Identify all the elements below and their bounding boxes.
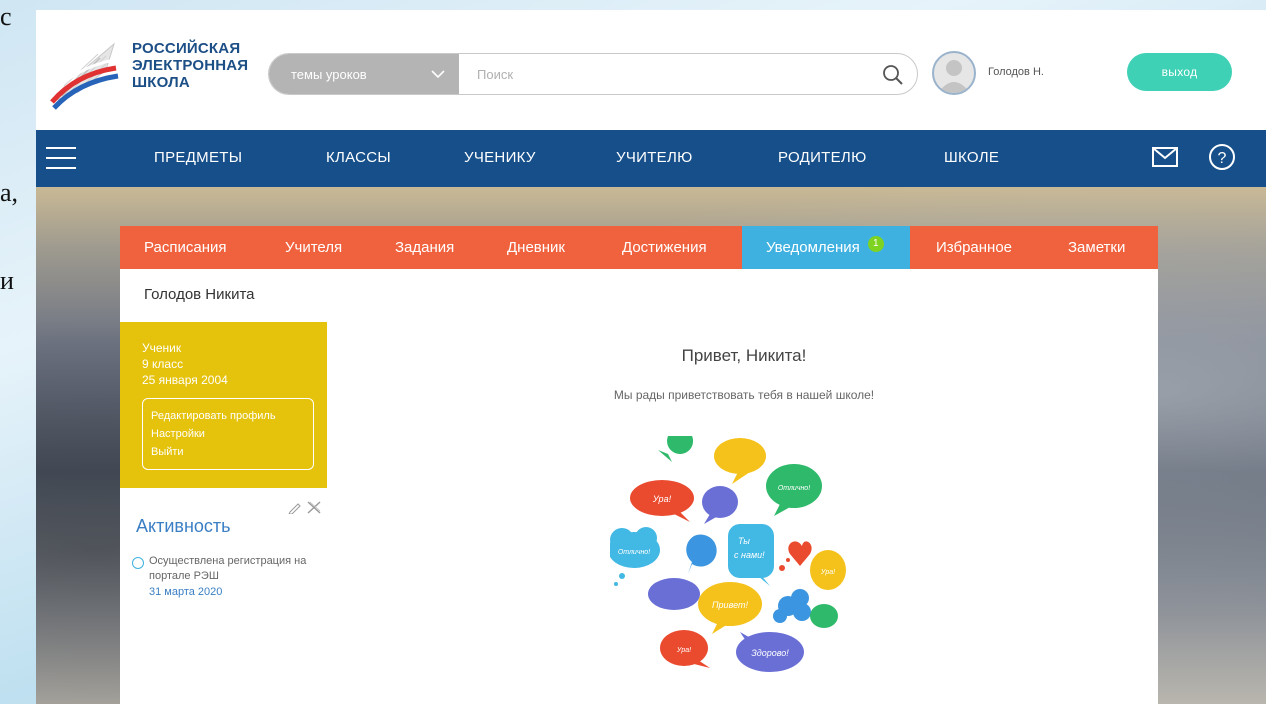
bubble-text: Отлично! bbox=[618, 549, 650, 556]
activity-title: Активность bbox=[136, 516, 231, 536]
sign-out-link[interactable]: Выйти bbox=[151, 443, 305, 461]
profile-card: Расписания Учителя Задания Дневник Дости… bbox=[120, 226, 1158, 704]
nav-item-classes[interactable]: КЛАССЫ bbox=[326, 149, 391, 166]
speech-bubbles-illustration: Отлично! Ура! Отлично! Ты с нами! Ура! П… bbox=[610, 436, 846, 672]
settings-link[interactable]: Настройки bbox=[151, 425, 305, 443]
edit-profile-link[interactable]: Редактировать профиль bbox=[151, 407, 305, 425]
site-header: РОССИЙСКАЯ ЭЛЕКТРОННАЯ ШКОЛА темы уроков bbox=[36, 10, 1266, 128]
logout-button[interactable]: выход bbox=[1127, 53, 1232, 91]
tab-teachers[interactable]: Учителя bbox=[263, 226, 383, 269]
main-nav: ПРЕДМЕТЫ КЛАССЫ УЧЕНИКУ УЧИТЕЛЮ РОДИТЕЛЮ… bbox=[36, 130, 1266, 187]
bubble-text: Ура! bbox=[676, 647, 691, 654]
chevron-down-icon bbox=[431, 70, 445, 79]
activity-tools bbox=[288, 501, 321, 514]
bubble-text: Привет! bbox=[712, 600, 748, 610]
profile-info-box: Ученик 9 класс 25 января 2004 Редактиров… bbox=[120, 322, 327, 488]
welcome-subtitle: Мы рады приветствовать тебя в нашей школ… bbox=[613, 388, 875, 402]
nav-item-student[interactable]: УЧЕНИКУ bbox=[464, 149, 536, 166]
bubble-text: Здорово! bbox=[751, 648, 789, 658]
help-icon[interactable]: ? bbox=[1208, 143, 1236, 171]
tab-achievements[interactable]: Достижения bbox=[610, 226, 742, 269]
svg-text:?: ? bbox=[1218, 150, 1227, 167]
tab-notes[interactable]: Заметки bbox=[1044, 226, 1158, 269]
browser-page: РОССИЙСКАЯ ЭЛЕКТРОННАЯ ШКОЛА темы уроков bbox=[36, 10, 1266, 704]
topic-select[interactable]: темы уроков bbox=[269, 54, 459, 94]
avatar[interactable] bbox=[932, 51, 976, 95]
slide-edge-glyph: а, bbox=[0, 178, 19, 207]
pencil-icon[interactable] bbox=[288, 503, 301, 514]
student-role: Ученик bbox=[142, 341, 182, 355]
mail-icon[interactable] bbox=[1152, 147, 1178, 167]
tab-favorites[interactable]: Избранное bbox=[910, 226, 1044, 269]
brand-title[interactable]: РОССИЙСКАЯ ЭЛЕКТРОННАЯ ШКОЛА bbox=[132, 40, 248, 91]
search-icon[interactable] bbox=[881, 63, 905, 87]
student-birth-date: 25 января 2004 bbox=[142, 373, 228, 387]
bubble-text: Отлично! bbox=[778, 485, 810, 492]
activity-text: Осуществлена регистрация на портале РЭШ bbox=[149, 555, 307, 582]
tab-diary[interactable]: Дневник bbox=[495, 226, 610, 269]
student-name: Голодов Никита bbox=[144, 286, 255, 303]
student-grade: 9 класс bbox=[142, 357, 184, 371]
tab-notifications[interactable]: Уведомления 1 bbox=[742, 226, 910, 269]
slide-edge-glyph: и bbox=[0, 266, 14, 295]
nav-item-parent[interactable]: РОДИТЕЛЮ bbox=[778, 149, 867, 166]
bubble-text: Ты bbox=[738, 536, 750, 546]
user-avatar-icon bbox=[938, 60, 970, 93]
resh-logo-icon[interactable] bbox=[48, 36, 122, 112]
nav-item-school[interactable]: ШКОЛЕ bbox=[944, 149, 999, 166]
search-bar: темы уроков bbox=[268, 53, 918, 95]
bubble-text: Ура! bbox=[652, 494, 672, 504]
welcome-title: Привет, Никита! bbox=[681, 346, 807, 365]
bubble-text: с нами! bbox=[734, 550, 765, 560]
activity-bullet-icon bbox=[132, 557, 144, 569]
search-input[interactable] bbox=[459, 54, 864, 94]
nav-item-subjects[interactable]: ПРЕДМЕТЫ bbox=[154, 149, 242, 166]
tab-assignments[interactable]: Задания bbox=[383, 226, 495, 269]
notification-badge: 1 bbox=[867, 235, 884, 252]
slide-edge-glyph: с bbox=[0, 2, 12, 31]
nav-item-teacher[interactable]: УЧИТЕЛЮ bbox=[616, 149, 693, 166]
user-name[interactable]: Голодов Н. bbox=[988, 66, 1044, 78]
activity-date: 31 марта 2020 bbox=[149, 586, 223, 598]
profile-links: Редактировать профиль Настройки Выйти bbox=[142, 398, 314, 470]
close-icon[interactable] bbox=[307, 501, 321, 514]
bubble-text: Ура! bbox=[820, 569, 835, 576]
menu-icon[interactable] bbox=[46, 147, 76, 169]
profile-tabs: Расписания Учителя Задания Дневник Дости… bbox=[120, 226, 1158, 269]
tab-schedules[interactable]: Расписания bbox=[120, 226, 263, 269]
